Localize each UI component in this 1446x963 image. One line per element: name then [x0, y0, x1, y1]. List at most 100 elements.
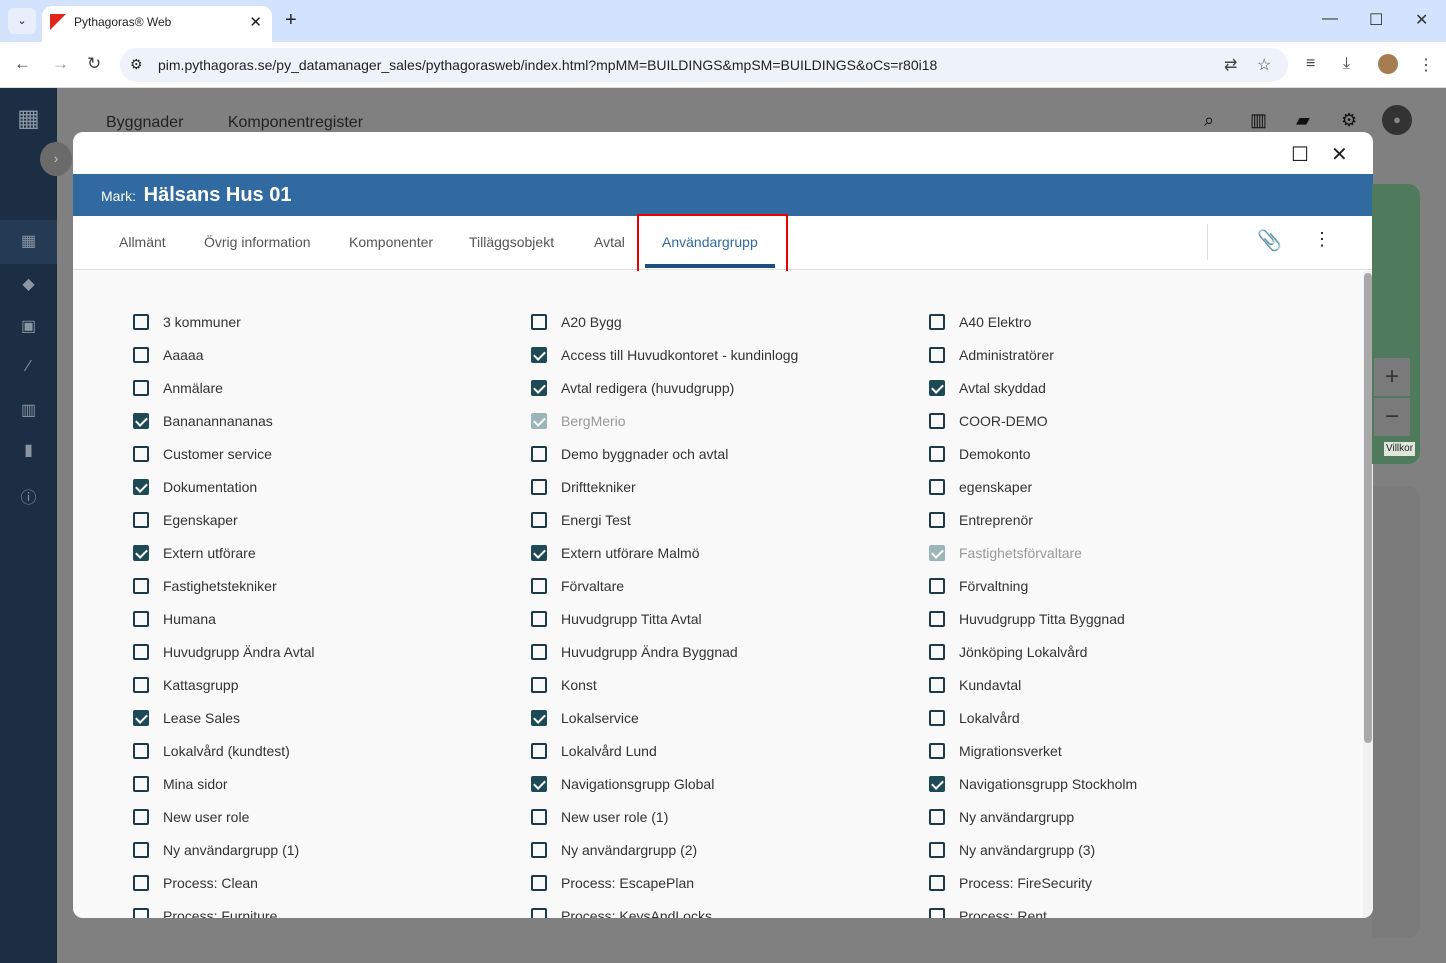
tab-komponenter[interactable]: Komponenter	[349, 234, 433, 250]
buildings-icon[interactable]: ▦	[0, 220, 57, 264]
checkbox-unchecked-icon[interactable]	[133, 676, 149, 693]
chart-icon[interactable]: ▮	[0, 440, 57, 460]
checkbox-unchecked-icon[interactable]	[929, 445, 945, 462]
scrollbar-thumb[interactable]	[1364, 273, 1372, 743]
user-group-checkbox[interactable]: Kundavtal	[929, 668, 1327, 701]
chat-icon[interactable]: ▰	[1296, 110, 1310, 131]
checkbox-checked-icon[interactable]	[531, 346, 547, 363]
media-icon[interactable]: ≡	[1306, 55, 1315, 73]
checkbox-unchecked-icon[interactable]	[133, 775, 149, 792]
checkbox-unchecked-icon[interactable]	[929, 346, 945, 363]
tab-search-button[interactable]: ⌄	[8, 8, 36, 34]
checkbox-checked-icon[interactable]	[133, 412, 149, 429]
user-group-checkbox[interactable]: Egenskaper	[133, 503, 531, 536]
checkbox-checked-icon[interactable]	[929, 775, 945, 792]
user-group-checkbox[interactable]: Avtal redigera (huvudgrupp)	[531, 371, 929, 404]
checkbox-unchecked-icon[interactable]	[929, 412, 945, 429]
checkbox-unchecked-icon[interactable]	[133, 808, 149, 825]
browser-menu-icon[interactable]: ⋮	[1418, 55, 1434, 75]
checkbox-unchecked-icon[interactable]	[929, 874, 945, 891]
close-modal-button[interactable]: ✕	[1331, 142, 1348, 167]
user-group-checkbox[interactable]: Mina sidor	[133, 767, 531, 800]
user-group-checkbox[interactable]: New user role	[133, 800, 531, 833]
user-group-checkbox[interactable]: Ny användargrupp (2)	[531, 833, 929, 866]
tab-allmant[interactable]: Allmänt	[119, 234, 166, 250]
checkbox-unchecked-icon[interactable]	[531, 478, 547, 495]
close-window-button[interactable]: ✕	[1415, 10, 1428, 30]
user-group-checkbox[interactable]: Aaaaa	[133, 338, 531, 371]
user-group-checkbox[interactable]: Extern utförare Malmö	[531, 536, 929, 569]
checkbox-unchecked-icon[interactable]	[133, 874, 149, 891]
checkbox-unchecked-icon[interactable]	[929, 907, 945, 918]
user-group-checkbox[interactable]: Process: KeysAndLocks	[531, 899, 929, 918]
user-group-checkbox[interactable]: Process: FireSecurity	[929, 866, 1327, 899]
user-group-checkbox[interactable]: COOR-DEMO	[929, 404, 1327, 437]
user-group-checkbox[interactable]: Huvudgrupp Ändra Byggnad	[531, 635, 929, 668]
zoom-out-button[interactable]: −	[1374, 398, 1410, 436]
brush-icon[interactable]: ∕	[0, 358, 57, 376]
checkbox-checked-icon[interactable]	[531, 775, 547, 792]
user-group-checkbox[interactable]: Fastighetstekniker	[133, 569, 531, 602]
checkbox-unchecked-icon[interactable]	[531, 313, 547, 330]
maximize-modal-button[interactable]: ☐	[1291, 142, 1309, 167]
download-icon[interactable]: ⤓	[1343, 55, 1350, 73]
info-icon[interactable]: ⓘ	[0, 484, 57, 508]
more-options-icon[interactable]: ⋮	[1313, 229, 1331, 250]
checkbox-unchecked-icon[interactable]	[929, 808, 945, 825]
user-avatar[interactable]: ●	[1382, 105, 1412, 135]
checkbox-unchecked-icon[interactable]	[133, 445, 149, 462]
checkbox-unchecked-icon[interactable]	[929, 478, 945, 495]
checkbox-unchecked-icon[interactable]	[531, 874, 547, 891]
forward-button[interactable]: →	[52, 54, 69, 74]
user-group-checkbox[interactable]: Extern utförare	[133, 536, 531, 569]
user-group-checkbox[interactable]: Ny användargrupp (1)	[133, 833, 531, 866]
checkbox-unchecked-icon[interactable]	[133, 742, 149, 759]
reload-button[interactable]: ↻	[87, 54, 101, 74]
checkbox-unchecked-icon[interactable]	[531, 907, 547, 918]
checkbox-unchecked-icon[interactable]	[133, 346, 149, 363]
user-group-checkbox[interactable]: A20 Bygg	[531, 305, 929, 338]
user-group-checkbox[interactable]: Drifttekniker	[531, 470, 929, 503]
user-group-checkbox[interactable]: Huvudgrupp Ändra Avtal	[133, 635, 531, 668]
maximize-button[interactable]: ☐	[1369, 10, 1383, 30]
checkbox-checked-icon[interactable]	[133, 478, 149, 495]
user-group-checkbox[interactable]: Demokonto	[929, 437, 1327, 470]
checkbox-unchecked-icon[interactable]	[133, 907, 149, 918]
checkbox-unchecked-icon[interactable]	[929, 709, 945, 726]
profile-avatar[interactable]	[1378, 54, 1398, 74]
checkbox-checked-icon[interactable]	[531, 709, 547, 726]
user-group-checkbox[interactable]: New user role (1)	[531, 800, 929, 833]
attachment-icon[interactable]: 📎	[1257, 228, 1282, 253]
checkbox-unchecked-icon[interactable]	[133, 841, 149, 858]
checkbox-unchecked-icon[interactable]	[531, 511, 547, 528]
user-group-checkbox[interactable]: Humana	[133, 602, 531, 635]
user-group-checkbox[interactable]: Ny användargrupp (3)	[929, 833, 1327, 866]
close-tab-icon[interactable]: ✕	[249, 13, 262, 31]
checkbox-unchecked-icon[interactable]	[929, 610, 945, 627]
user-group-checkbox[interactable]: egenskaper	[929, 470, 1327, 503]
checkbox-unchecked-icon[interactable]	[133, 379, 149, 396]
zoom-in-button[interactable]: +	[1374, 358, 1410, 396]
nav-komponentregister[interactable]: Komponentregister	[228, 114, 363, 131]
checkbox-unchecked-icon[interactable]	[531, 610, 547, 627]
user-group-checkbox[interactable]: Process: Furniture	[133, 899, 531, 918]
apps-grid-icon[interactable]: ▦	[0, 104, 57, 133]
translate-icon[interactable]: ⇄	[1224, 55, 1237, 75]
browser-tab[interactable]: Pythagoras® Web ✕	[42, 6, 272, 42]
tab-avtal[interactable]: Avtal	[594, 234, 625, 250]
checkbox-unchecked-icon[interactable]	[929, 676, 945, 693]
user-group-checkbox[interactable]: Navigationsgrupp Global	[531, 767, 929, 800]
user-group-checkbox[interactable]: Förvaltare	[531, 569, 929, 602]
checkbox-unchecked-icon[interactable]	[531, 445, 547, 462]
user-group-checkbox[interactable]: Förvaltning	[929, 569, 1327, 602]
user-group-checkbox[interactable]: Lokalvård	[929, 701, 1327, 734]
checkbox-unchecked-icon[interactable]	[531, 676, 547, 693]
user-group-checkbox[interactable]: Avtal skyddad	[929, 371, 1327, 404]
tab-tillaggsobjekt[interactable]: Tilläggsobjekt	[469, 234, 554, 250]
checkbox-unchecked-icon[interactable]	[929, 643, 945, 660]
user-group-checkbox[interactable]: Lease Sales	[133, 701, 531, 734]
search-icon[interactable]: ⌕	[1204, 110, 1214, 131]
user-group-checkbox[interactable]: Demo byggnader och avtal	[531, 437, 929, 470]
user-group-checkbox[interactable]: Process: Rent	[929, 899, 1327, 918]
checkbox-unchecked-icon[interactable]	[133, 610, 149, 627]
